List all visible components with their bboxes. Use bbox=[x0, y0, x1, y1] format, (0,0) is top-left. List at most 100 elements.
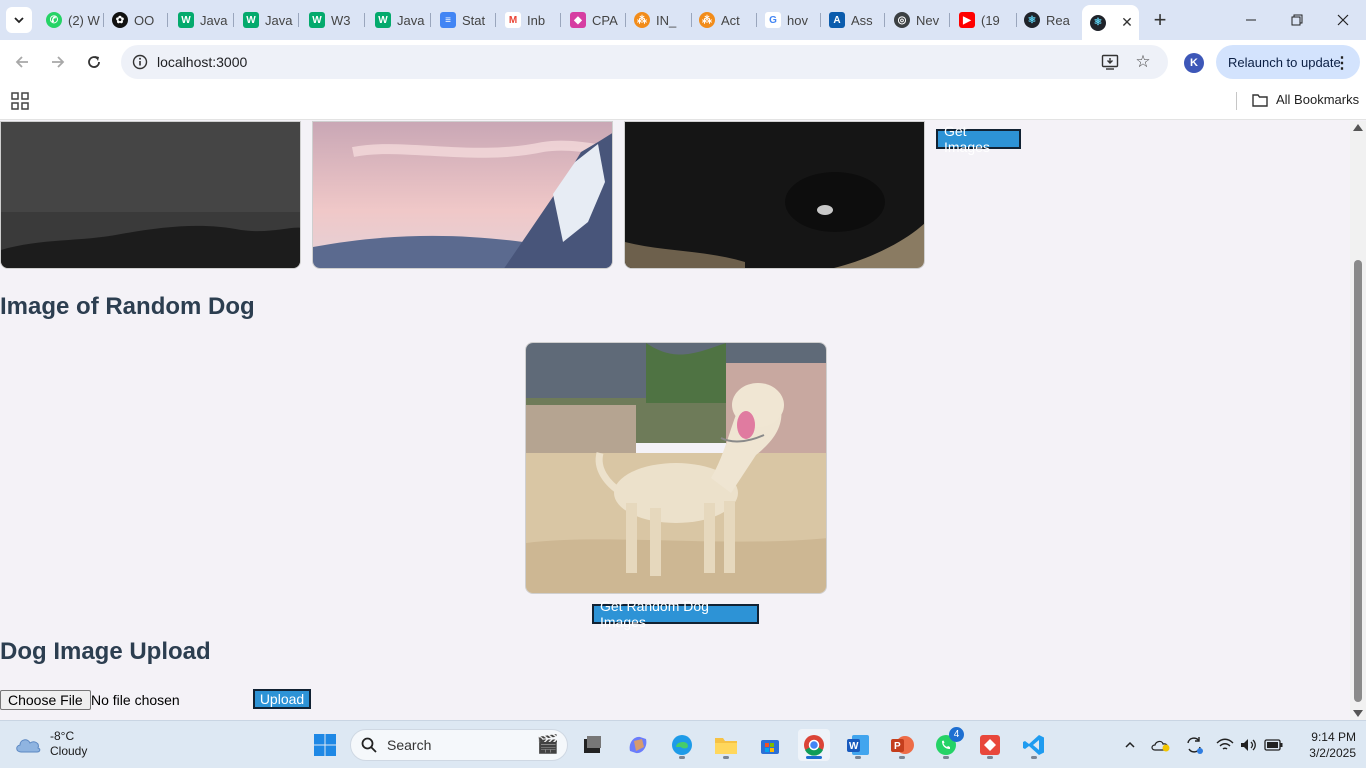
tab-chatgpt[interactable]: ✿ OO bbox=[112, 6, 168, 34]
restore-icon bbox=[1291, 14, 1303, 26]
arrow-right-icon bbox=[52, 56, 65, 68]
tab-whatsapp[interactable]: ✆ (2) W bbox=[46, 6, 104, 34]
folder-icon bbox=[715, 738, 737, 754]
profile-avatar[interactable]: K bbox=[1184, 53, 1204, 73]
close-icon[interactable]: ✕ bbox=[1118, 14, 1136, 32]
minimize-button[interactable] bbox=[1236, 8, 1266, 32]
get-random-dog-button[interactable]: Get Random Dog Images bbox=[592, 598, 759, 630]
powerpoint-button[interactable]: P bbox=[886, 729, 918, 761]
chrome-button[interactable] bbox=[798, 729, 830, 761]
tab-search-button[interactable] bbox=[6, 7, 32, 33]
store-button[interactable] bbox=[754, 729, 786, 761]
upload-button[interactable]: Upload bbox=[253, 689, 311, 709]
tab-w3schools-3[interactable]: W W3 bbox=[309, 6, 365, 34]
random-dog-heading: Image of Random Dog bbox=[0, 293, 255, 320]
site-info-icon[interactable] bbox=[130, 52, 150, 72]
tab-google[interactable]: G hov bbox=[765, 6, 821, 34]
back-button[interactable] bbox=[10, 50, 34, 74]
weather-widget[interactable]: -8°C Cloudy bbox=[14, 729, 87, 759]
task-view-button[interactable] bbox=[576, 729, 608, 761]
word-button[interactable]: W bbox=[842, 729, 874, 761]
start-button[interactable] bbox=[309, 729, 341, 761]
gem-icon: ◆ bbox=[570, 12, 586, 28]
tab-w3schools-1[interactable]: W Java bbox=[178, 6, 234, 34]
tab-label: Java bbox=[397, 12, 425, 28]
onedrive-tray-icon[interactable] bbox=[1151, 735, 1171, 755]
gallery-image-2 bbox=[312, 121, 613, 269]
close-icon bbox=[1337, 14, 1349, 26]
w3schools-icon: W bbox=[375, 12, 391, 28]
running-indicator bbox=[943, 756, 949, 759]
tab-youtube[interactable]: ▶ (19 bbox=[959, 6, 1017, 34]
scroll-down-arrow-icon[interactable] bbox=[1353, 710, 1363, 717]
forward-button[interactable] bbox=[46, 50, 70, 74]
clock-time: 9:14 PM bbox=[1311, 730, 1356, 744]
bookmarks-divider bbox=[1236, 92, 1237, 110]
get-images-button[interactable]: Get Images bbox=[936, 123, 1021, 155]
tab-hub-2[interactable]: ⁂ Act bbox=[699, 6, 757, 34]
vscode-button[interactable] bbox=[1018, 729, 1050, 761]
choose-file-button[interactable]: Choose File bbox=[0, 690, 91, 710]
tab-google-docs[interactable]: ≡ Stat bbox=[440, 6, 496, 34]
bookmark-star-icon[interactable]: ☆ bbox=[1133, 52, 1153, 72]
file-explorer-button[interactable] bbox=[710, 729, 742, 761]
minimize-icon bbox=[1246, 19, 1256, 21]
restore-button[interactable] bbox=[1282, 8, 1312, 32]
tab-gmail[interactable]: M Inb bbox=[505, 6, 561, 34]
page-viewport: Get Images Image of Random Dog Get Rando… bbox=[0, 121, 1350, 720]
tab-hub-1[interactable]: ⁂ IN_ bbox=[634, 6, 692, 34]
show-hidden-icons-button[interactable] bbox=[1120, 735, 1140, 755]
tab-active-react[interactable]: ⚛ ✕ bbox=[1082, 5, 1139, 40]
tab-globe[interactable]: ◎ Nev bbox=[894, 6, 950, 34]
running-indicator bbox=[723, 756, 729, 759]
reload-button[interactable] bbox=[82, 50, 106, 74]
tab-gem[interactable]: ◆ CPA bbox=[570, 6, 626, 34]
system-clock[interactable]: 9:14 PM 3/2/2025 bbox=[1290, 729, 1356, 761]
new-tab-button[interactable]: + bbox=[1148, 7, 1172, 32]
git-app-button[interactable] bbox=[974, 729, 1006, 761]
page-scrollbar[interactable] bbox=[1350, 121, 1366, 720]
search-placeholder: Search bbox=[387, 737, 432, 753]
scroll-up-arrow-icon[interactable] bbox=[1353, 124, 1363, 131]
tab-w3schools-2[interactable]: W Java bbox=[243, 6, 299, 34]
youtube-icon: ▶ bbox=[959, 12, 975, 28]
all-bookmarks-button[interactable]: All Bookmarks bbox=[1252, 92, 1359, 107]
tab-w3schools-4[interactable]: W Java bbox=[375, 6, 431, 34]
close-window-button[interactable] bbox=[1328, 8, 1358, 32]
sync-tray-icon[interactable] bbox=[1184, 735, 1204, 755]
tab-azure[interactable]: A Ass bbox=[829, 6, 885, 34]
google-docs-icon: ≡ bbox=[440, 12, 456, 28]
running-indicator bbox=[855, 756, 861, 759]
weather-condition-text: Cloudy bbox=[50, 744, 88, 758]
tab-react[interactable]: ⚛ Rea bbox=[1024, 6, 1080, 34]
relaunch-to-update-button[interactable]: Relaunch to update ⋮ bbox=[1216, 45, 1360, 79]
browser-toolbar: localhost:3000 ☆ K Relaunch to update ⋮ bbox=[0, 40, 1366, 84]
url-text[interactable]: localhost:3000 bbox=[157, 54, 247, 70]
task-view-icon bbox=[584, 736, 601, 753]
wifi-icon[interactable] bbox=[1215, 735, 1235, 755]
upload-heading: Dog Image Upload bbox=[0, 638, 211, 665]
copilot-icon bbox=[629, 736, 647, 754]
copilot-button[interactable] bbox=[622, 729, 654, 761]
azure-icon: A bbox=[829, 12, 845, 28]
w3schools-icon: W bbox=[178, 12, 194, 28]
react-icon: ⚛ bbox=[1024, 12, 1040, 28]
taskbar-search[interactable]: Search 🎬 bbox=[350, 729, 568, 761]
tab-label: W3 bbox=[331, 12, 351, 28]
w3schools-icon: W bbox=[243, 12, 259, 28]
notification-badge: 4 bbox=[949, 727, 964, 742]
tab-label: Inb bbox=[527, 12, 546, 28]
edge-button[interactable] bbox=[666, 729, 698, 761]
volume-icon[interactable] bbox=[1239, 735, 1259, 755]
install-app-icon[interactable] bbox=[1100, 52, 1120, 72]
more-menu-icon[interactable]: ⋮ bbox=[1334, 53, 1350, 73]
search-highlight-icon: 🎬 bbox=[536, 734, 559, 754]
reload-icon bbox=[88, 56, 100, 68]
tab-strip: ✆ (2) W ✿ OO W Java W Java W W3 W Java ≡… bbox=[0, 0, 1366, 40]
whatsapp-button[interactable]: 4 bbox=[930, 727, 964, 761]
battery-icon[interactable] bbox=[1264, 735, 1284, 755]
scroll-thumb[interactable] bbox=[1354, 260, 1362, 702]
apps-grid-icon[interactable] bbox=[11, 92, 29, 110]
address-bar[interactable]: localhost:3000 ☆ bbox=[121, 45, 1168, 79]
tab-label: Nev bbox=[916, 12, 940, 28]
